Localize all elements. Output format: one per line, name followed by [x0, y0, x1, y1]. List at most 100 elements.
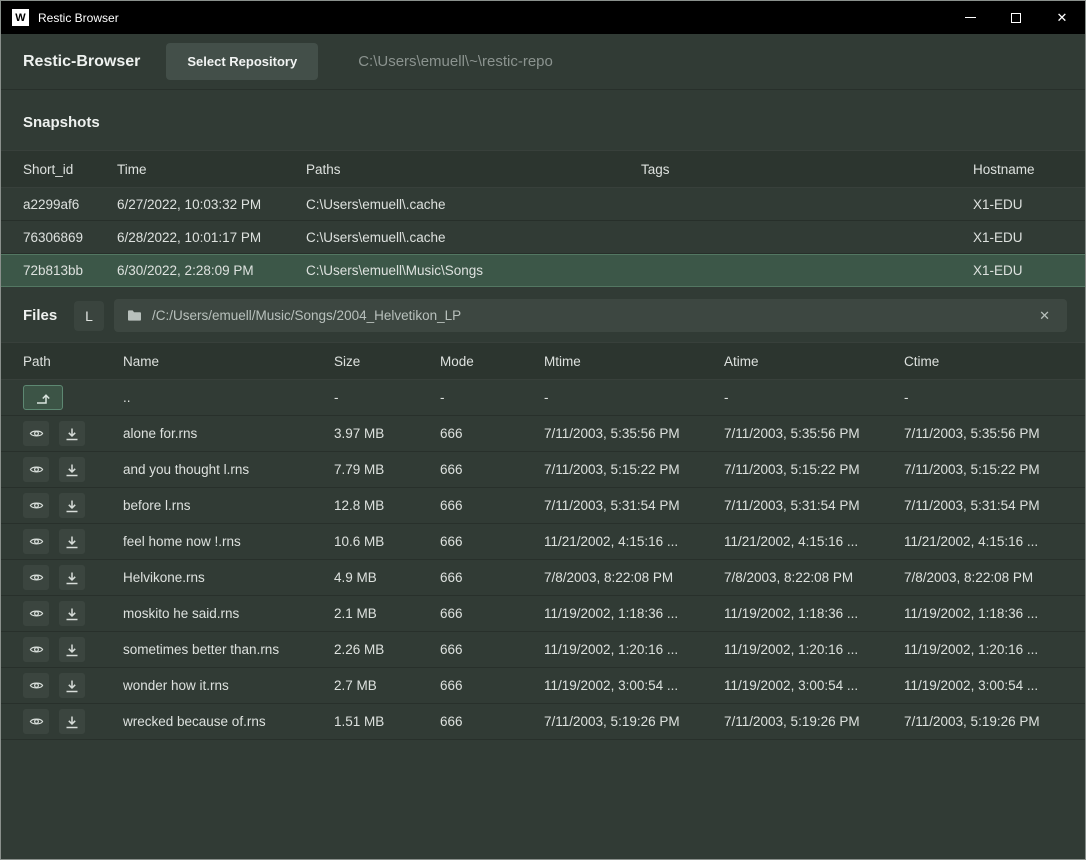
download-icon: [65, 535, 79, 549]
file-size: 3.97 MB: [334, 426, 440, 441]
preview-button[interactable]: [23, 601, 49, 626]
file-row[interactable]: moskito he said.rns 2.1 MB 666 11/19/200…: [1, 596, 1085, 632]
files-column-header[interactable]: Ctime: [904, 354, 1063, 369]
file-mtime: 7/11/2003, 5:15:22 PM: [544, 462, 724, 477]
snapshot-hostname: X1-EDU: [973, 197, 1063, 212]
file-row[interactable]: wrecked because of.rns 1.51 MB 666 7/11/…: [1, 704, 1085, 740]
file-ctime: 11/21/2002, 4:15:16 ...: [904, 534, 1063, 549]
preview-button[interactable]: [23, 709, 49, 734]
download-button[interactable]: [59, 457, 85, 482]
close-button[interactable]: ✕: [1039, 1, 1085, 34]
files-column-header[interactable]: Mtime: [544, 354, 724, 369]
file-row[interactable]: feel home now !.rns 10.6 MB 666 11/21/20…: [1, 524, 1085, 560]
file-size: 10.6 MB: [334, 534, 440, 549]
file-row[interactable]: Helvikone.rns 4.9 MB 666 7/8/2003, 8:22:…: [1, 560, 1085, 596]
minimize-button[interactable]: [947, 1, 993, 34]
row-actions: [23, 601, 123, 626]
download-button[interactable]: [59, 565, 85, 590]
parent-dir-row[interactable]: .. - - - - -: [1, 380, 1085, 416]
file-mode: -: [440, 390, 544, 405]
snapshots-column-header[interactable]: Time: [117, 162, 306, 177]
file-ctime: 7/11/2003, 5:19:26 PM: [904, 714, 1063, 729]
file-atime: 7/11/2003, 5:15:22 PM: [724, 462, 904, 477]
row-actions: [23, 565, 123, 590]
download-button[interactable]: [59, 493, 85, 518]
file-ctime: 11/19/2002, 1:20:16 ...: [904, 642, 1063, 657]
preview-button[interactable]: [23, 457, 49, 482]
file-mode: 666: [440, 714, 544, 729]
go-parent-button[interactable]: [23, 385, 63, 410]
file-row[interactable]: sometimes better than.rns 2.26 MB 666 11…: [1, 632, 1085, 668]
file-row[interactable]: before l.rns 12.8 MB 666 7/11/2003, 5:31…: [1, 488, 1085, 524]
files-column-header[interactable]: Size: [334, 354, 440, 369]
download-button[interactable]: [59, 529, 85, 554]
file-atime: 11/19/2002, 1:18:36 ...: [724, 606, 904, 621]
snapshot-row[interactable]: 72b813bb 6/30/2022, 2:28:09 PM C:\Users\…: [1, 254, 1085, 287]
download-icon: [65, 607, 79, 621]
snapshot-row[interactable]: a2299af6 6/27/2022, 10:03:32 PM C:\Users…: [1, 188, 1085, 221]
snapshots-column-header[interactable]: Hostname: [973, 162, 1063, 177]
eye-icon: [29, 678, 44, 693]
eye-icon: [29, 570, 44, 585]
file-atime: 7/11/2003, 5:19:26 PM: [724, 714, 904, 729]
file-atime: 7/11/2003, 5:31:54 PM: [724, 498, 904, 513]
close-icon: ✕: [1057, 11, 1068, 24]
download-icon: [65, 499, 79, 513]
file-name: wonder how it.rns: [123, 678, 334, 693]
file-row[interactable]: alone for.rns 3.97 MB 666 7/11/2003, 5:3…: [1, 416, 1085, 452]
file-row[interactable]: wonder how it.rns 2.7 MB 666 11/19/2002,…: [1, 668, 1085, 704]
download-button[interactable]: [59, 673, 85, 698]
download-button[interactable]: [59, 601, 85, 626]
snapshot-row[interactable]: 76306869 6/28/2022, 10:01:17 PM C:\Users…: [1, 221, 1085, 254]
eye-icon: [29, 714, 44, 729]
eye-icon: [29, 462, 44, 477]
clear-path-button[interactable]: ✕: [1035, 306, 1054, 326]
file-size: 7.79 MB: [334, 462, 440, 477]
list-icon: L: [85, 308, 93, 324]
path-bar[interactable]: /C:/Users/emuell/Music/Songs/2004_Helvet…: [114, 299, 1067, 332]
download-button[interactable]: [59, 421, 85, 446]
files-toolbar: Files L /C:/Users/emuell/Music/Songs/200…: [1, 287, 1085, 342]
file-size: 1.51 MB: [334, 714, 440, 729]
files-column-header[interactable]: Atime: [724, 354, 904, 369]
select-repository-button[interactable]: Select Repository: [166, 43, 318, 80]
file-mtime: 11/19/2002, 1:20:16 ...: [544, 642, 724, 657]
files-table: PathNameSizeModeMtimeAtimeCtime .. - - -…: [1, 342, 1085, 740]
file-mode: 666: [440, 498, 544, 513]
snapshot-short-id: 76306869: [23, 230, 117, 245]
file-name: and you thought l.rns: [123, 462, 334, 477]
preview-button[interactable]: [23, 565, 49, 590]
titlebar[interactable]: W Restic Browser ✕: [1, 1, 1085, 34]
folder-icon: [127, 309, 142, 322]
file-mode: 666: [440, 462, 544, 477]
snapshots-column-header[interactable]: Tags: [641, 162, 973, 177]
row-actions: [23, 637, 123, 662]
snapshots-column-header[interactable]: Short_id: [23, 162, 117, 177]
files-mode-toggle-button[interactable]: L: [74, 301, 104, 331]
files-column-header[interactable]: Path: [23, 354, 123, 369]
preview-button[interactable]: [23, 673, 49, 698]
file-name: ..: [123, 390, 334, 405]
eye-icon: [29, 498, 44, 513]
repository-path-field[interactable]: C:\Users\emuell\~\restic-repo: [358, 53, 553, 70]
file-mtime: 11/19/2002, 1:18:36 ...: [544, 606, 724, 621]
download-button[interactable]: [59, 637, 85, 662]
file-mtime: 7/11/2003, 5:35:56 PM: [544, 426, 724, 441]
file-row[interactable]: and you thought l.rns 7.79 MB 666 7/11/2…: [1, 452, 1085, 488]
file-mode: 666: [440, 534, 544, 549]
snapshots-column-header[interactable]: Paths: [306, 162, 641, 177]
snapshots-table: Short_idTimePathsTagsHostname a2299af6 6…: [1, 150, 1085, 287]
file-ctime: 7/11/2003, 5:35:56 PM: [904, 426, 1063, 441]
file-mtime: 7/8/2003, 8:22:08 PM: [544, 570, 724, 585]
preview-button[interactable]: [23, 421, 49, 446]
download-button[interactable]: [59, 709, 85, 734]
maximize-button[interactable]: [993, 1, 1039, 34]
preview-button[interactable]: [23, 637, 49, 662]
eye-icon: [29, 426, 44, 441]
snapshot-time: 6/28/2022, 10:01:17 PM: [117, 230, 306, 245]
file-name: before l.rns: [123, 498, 334, 513]
files-column-header[interactable]: Name: [123, 354, 334, 369]
preview-button[interactable]: [23, 493, 49, 518]
preview-button[interactable]: [23, 529, 49, 554]
files-column-header[interactable]: Mode: [440, 354, 544, 369]
